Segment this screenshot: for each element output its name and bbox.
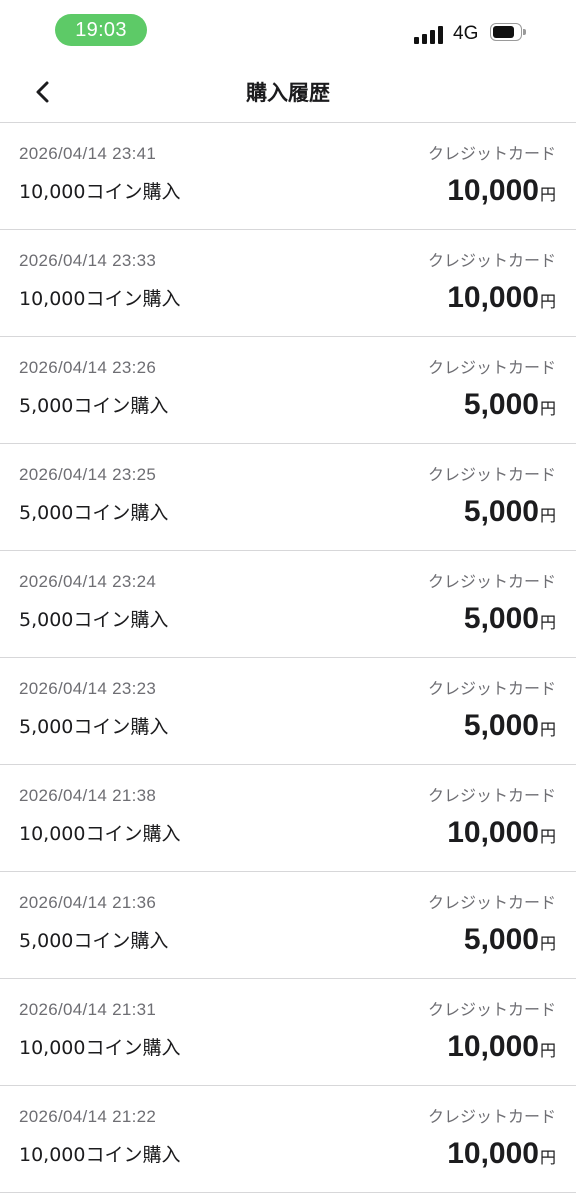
purchase-item: 5,000コイン購入 [19,502,169,524]
purchase-row[interactable]: 2026/04/14 23:25 クレジットカード 5,000コイン購入 5,0… [0,444,576,551]
purchase-row[interactable]: 2026/04/14 23:24 クレジットカード 5,000コイン購入 5,0… [0,551,576,658]
network-type: 4G [453,23,479,44]
payment-method: クレジットカード [427,786,556,805]
purchase-amount: 10,000円 [447,1136,556,1176]
purchase-item: 5,000コイン購入 [19,395,169,417]
purchase-item: 5,000コイン購入 [19,716,169,738]
payment-method: クレジットカード [427,1000,556,1019]
cellular-signal-icon [414,24,446,44]
purchase-row[interactable]: 2026/04/14 23:23 クレジットカード 5,000コイン購入 5,0… [0,658,576,765]
purchase-row[interactable]: 2026/04/14 21:31 クレジットカード 10,000コイン購入 10… [0,979,576,1086]
amount-value: 5,000 [463,602,539,635]
purchase-row[interactable]: 2026/04/14 23:26 クレジットカード 5,000コイン購入 5,0… [0,337,576,444]
status-time: 19:03 [55,14,147,46]
purchase-amount: 5,000円 [464,494,556,534]
amount-value: 10,000 [447,1030,539,1063]
payment-method: クレジットカード [427,465,556,484]
payment-method: クレジットカード [427,251,556,270]
purchase-date: 2026/04/14 23:33 [19,251,157,270]
amount-unit: 円 [539,720,556,739]
purchase-amount: 5,000円 [464,708,556,748]
amount-value: 10,000 [447,816,539,849]
payment-method: クレジットカード [427,144,556,163]
amount-value: 5,000 [463,923,539,956]
purchase-amount: 10,000円 [447,815,556,855]
purchase-row[interactable]: 2026/04/14 21:38 クレジットカード 10,000コイン購入 10… [0,765,576,872]
purchase-item: 10,000コイン購入 [19,181,181,203]
purchase-row[interactable]: 2026/04/14 23:33 クレジットカード 10,000コイン購入 10… [0,230,576,337]
amount-value: 10,000 [447,174,539,207]
amount-unit: 円 [539,1041,556,1060]
navigation-bar: 購入履歴 [0,62,576,123]
payment-method: クレジットカード [427,893,556,912]
amount-unit: 円 [539,292,556,311]
purchase-amount: 10,000円 [447,173,556,213]
purchase-row[interactable]: 2026/04/14 21:22 クレジットカード 10,000コイン購入 10… [0,1086,576,1193]
purchase-date: 2026/04/14 23:23 [19,679,157,698]
payment-method: クレジットカード [427,358,556,377]
amount-value: 5,000 [463,495,539,528]
status-bar: 19:03 4G [0,0,576,62]
purchase-row[interactable]: 2026/04/14 23:41 クレジットカード 10,000コイン購入 10… [0,123,576,230]
amount-unit: 円 [539,506,556,525]
amount-value: 5,000 [463,709,539,742]
purchase-item: 10,000コイン購入 [19,288,181,310]
payment-method: クレジットカード [427,572,556,591]
page-title: 購入履歴 [246,81,330,105]
purchase-item: 10,000コイン購入 [19,823,181,845]
amount-unit: 円 [539,1148,556,1167]
purchase-date: 2026/04/14 21:36 [19,893,157,912]
purchase-amount: 5,000円 [464,922,556,962]
purchase-item: 5,000コイン購入 [19,609,169,631]
purchase-history-list: 2026/04/14 23:41 クレジットカード 10,000コイン購入 10… [0,123,576,1193]
purchase-date: 2026/04/14 21:31 [19,1000,157,1019]
purchase-amount: 5,000円 [464,601,556,641]
amount-unit: 円 [539,827,556,846]
amount-value: 10,000 [447,281,539,314]
battery-icon [490,23,526,43]
purchase-date: 2026/04/14 23:25 [19,465,157,484]
amount-value: 10,000 [447,1137,539,1170]
purchase-amount: 5,000円 [464,387,556,427]
purchase-amount: 10,000円 [447,1029,556,1069]
amount-value: 5,000 [463,388,539,421]
purchase-date: 2026/04/14 21:38 [19,786,157,805]
purchase-date: 2026/04/14 23:26 [19,358,157,377]
purchase-date: 2026/04/14 23:24 [19,572,157,591]
amount-unit: 円 [539,185,556,204]
purchase-item: 10,000コイン購入 [19,1037,181,1059]
purchase-date: 2026/04/14 21:22 [19,1107,157,1126]
amount-unit: 円 [539,934,556,953]
payment-method: クレジットカード [427,679,556,698]
purchase-row[interactable]: 2026/04/14 21:36 クレジットカード 5,000コイン購入 5,0… [0,872,576,979]
purchase-date: 2026/04/14 23:41 [19,144,157,163]
payment-method: クレジットカード [427,1107,556,1126]
amount-unit: 円 [539,613,556,632]
amount-unit: 円 [539,399,556,418]
purchase-item: 10,000コイン購入 [19,1144,181,1166]
purchase-amount: 10,000円 [447,280,556,320]
purchase-item: 5,000コイン購入 [19,930,169,952]
